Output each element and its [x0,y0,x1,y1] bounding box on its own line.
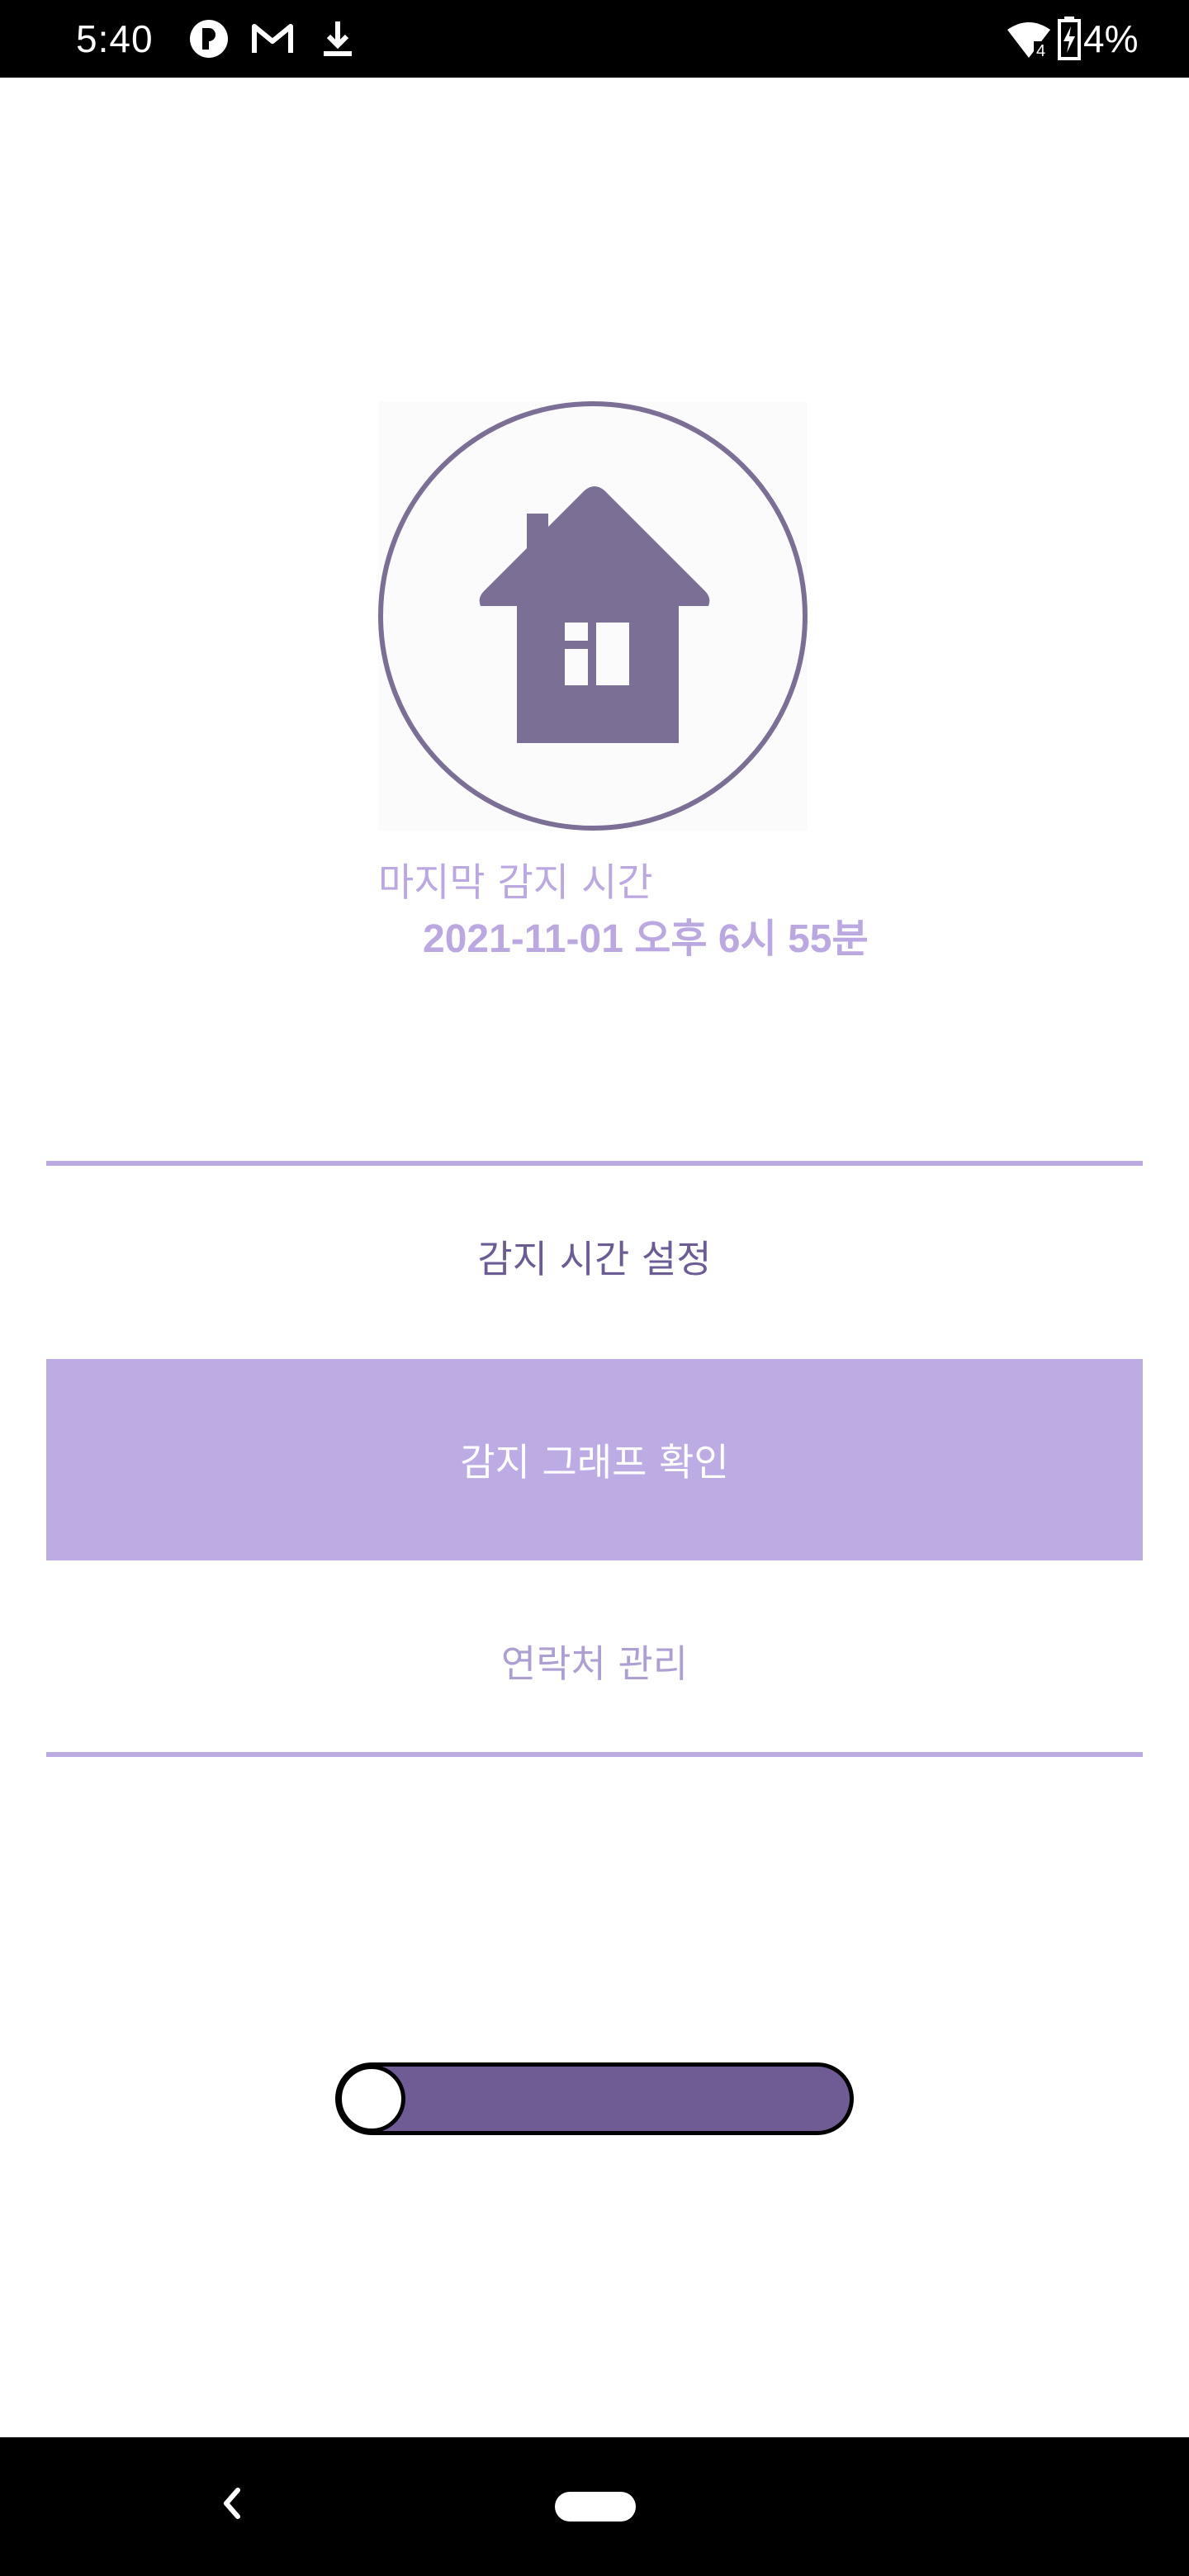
status-bar: 5:40 4 4% [0,0,1189,78]
gmail-icon [249,18,296,63]
back-icon[interactable] [208,2479,258,2528]
home-icon [378,401,808,831]
menu-divider-bottom [46,1752,1143,1757]
battery-charging-icon [1057,17,1082,64]
wifi-badge: 4 [1036,42,1045,59]
last-detection-time: 2021-11-01 오후 6시 55분 [423,917,869,961]
contacts-manage-button[interactable]: 연락처 관리 [46,1560,1143,1762]
detection-toggle-switch[interactable] [335,2062,854,2135]
status-time: 5:40 [76,17,154,60]
battery-percent: 4% [1083,17,1139,60]
detection-time-setting-button[interactable]: 감지 시간 설정 [46,1156,1143,1357]
detection-time-setting-label: 감지 시간 설정 [477,1237,712,1281]
detection-graph-button[interactable]: 감지 그래프 확인 [46,1359,1143,1560]
home-illustration [378,401,808,831]
detection-graph-label: 감지 그래프 확인 [460,1440,729,1485]
circle-app-icon [188,18,230,63]
navigation-bar [0,2437,1189,2576]
toggle-knob [338,2065,405,2133]
home-pill-icon[interactable] [555,2492,636,2522]
wifi-icon: 4 [1006,21,1052,63]
last-detection-label: 마지막 감지 시간 [378,860,653,906]
download-icon [317,18,358,63]
contacts-manage-label: 연락처 관리 [500,1641,689,1686]
